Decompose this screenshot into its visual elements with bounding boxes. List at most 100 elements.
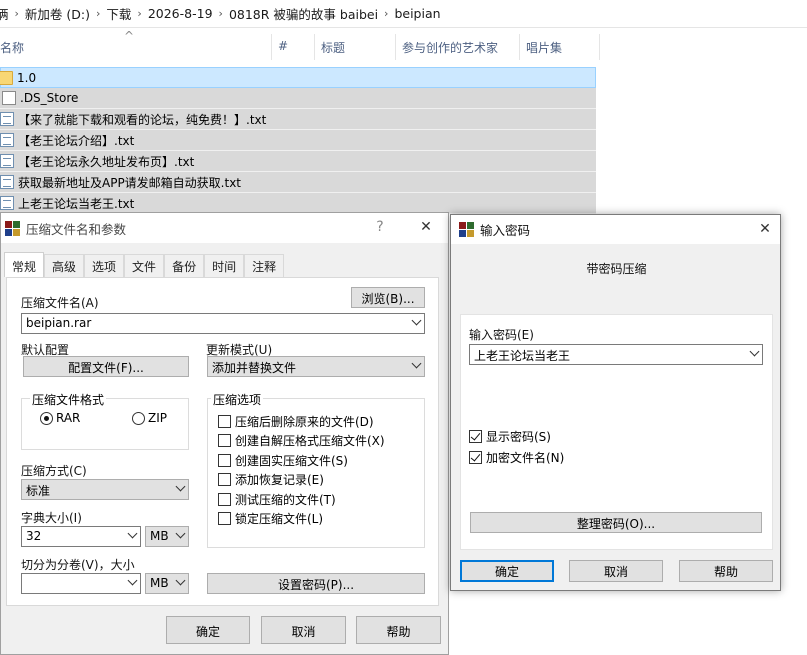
chevron-down-icon[interactable] (175, 575, 186, 586)
set-password-button[interactable]: 设置密码(P)... (207, 573, 425, 594)
tab-files[interactable]: 文件 (124, 254, 165, 277)
chevron-down-icon[interactable] (175, 481, 186, 492)
sfx-checkbox[interactable]: 创建自解压格式压缩文件(X) (218, 432, 385, 449)
chevron-right-icon[interactable]: › (382, 7, 390, 20)
solid-checkbox[interactable]: 创建固实压缩文件(S) (218, 452, 348, 469)
tab-general[interactable]: 常规 (4, 252, 45, 277)
format-zip-radio[interactable]: ZIP (132, 411, 167, 425)
ok-button[interactable]: 确定 (460, 560, 554, 582)
checkbox-icon (218, 473, 231, 486)
breadcrumb-item[interactable]: 俩 (0, 4, 13, 23)
help-button[interactable]: 帮助 (679, 560, 773, 582)
close-icon[interactable]: ✕ (416, 219, 436, 235)
tab-comment[interactable]: 注释 (244, 254, 285, 277)
password-panel: 输入密码(E) 上老王论坛当老王 显示密码(S) 加密文件名(N) 整理密码(O… (460, 314, 773, 550)
password-value: 上老王论坛当老王 (474, 349, 571, 363)
chevron-down-icon[interactable] (127, 575, 138, 586)
chevron-down-icon[interactable] (127, 528, 138, 539)
list-item[interactable]: 【来了就能下载和观看的论坛，纯免费！】.txt (0, 109, 596, 130)
update-mode-select[interactable]: 添加并替换文件 (207, 356, 425, 377)
dictionary-unit-select[interactable]: MB (145, 526, 189, 547)
column-header-name[interactable]: 名称 ^ (0, 29, 272, 60)
chevron-down-icon[interactable] (411, 358, 422, 369)
chevron-down-icon[interactable] (749, 346, 760, 357)
ok-button[interactable]: 确定 (166, 616, 250, 644)
general-tab-panel: 压缩文件名(A) 浏览(B)... beipian.rar 默认配置 配置文件(… (6, 277, 439, 606)
test-files-checkbox[interactable]: 测试压缩的文件(T) (218, 491, 336, 508)
file-icon (2, 91, 16, 105)
checkbox-icon (218, 415, 231, 428)
tab-advanced[interactable]: 高级 (44, 254, 85, 277)
column-label: 唱片集 (526, 41, 563, 55)
column-header-title[interactable]: 标题 (315, 34, 396, 60)
dialog-titlebar[interactable]: 压缩文件名和参数 ? ✕ (1, 213, 448, 243)
organize-passwords-button[interactable]: 整理密码(O)... (470, 512, 762, 533)
option-label: 创建固实压缩文件(S) (235, 454, 348, 468)
list-item[interactable]: .DS_Store (0, 88, 596, 109)
breadcrumb-item[interactable]: 下载 (102, 4, 135, 23)
dialog-titlebar[interactable]: 输入密码 ✕ (451, 215, 780, 244)
file-name: 上老王论坛当老王.txt (18, 196, 135, 211)
text-file-icon (0, 133, 14, 147)
breadcrumb-item[interactable]: 新加卷 (D:) (21, 4, 94, 23)
close-icon[interactable]: ✕ (755, 221, 775, 237)
tab-time[interactable]: 时间 (204, 254, 245, 277)
profile-button[interactable]: 配置文件(F)... (23, 356, 189, 377)
column-header-artist[interactable]: 参与创作的艺术家 (396, 34, 520, 60)
breadcrumb-item[interactable]: 2026-8-19 (144, 6, 217, 21)
sort-up-icon: ^ (124, 29, 135, 43)
checkbox-icon (218, 512, 231, 525)
split-volume-input[interactable] (21, 573, 141, 594)
tab-options[interactable]: 选项 (84, 254, 125, 277)
list-item[interactable]: 【老王论坛永久地址发布页】.txt (0, 151, 596, 172)
text-file-icon (0, 196, 14, 210)
method-label: 压缩方式(C) (21, 464, 87, 478)
browse-button[interactable]: 浏览(B)... (351, 287, 425, 308)
help-icon[interactable]: ? (370, 219, 390, 235)
dictionary-size-select[interactable]: 32 (21, 526, 141, 547)
chevron-right-icon[interactable]: › (94, 7, 102, 20)
option-label: 测试压缩的文件(T) (235, 493, 336, 507)
compression-method-select[interactable]: 标准 (21, 479, 189, 500)
tab-backup[interactable]: 备份 (164, 254, 205, 277)
password-input[interactable]: 上老王论坛当老王 (469, 344, 763, 365)
dictionary-size-label: 字典大小(I) (21, 511, 82, 525)
show-password-checkbox[interactable]: 显示密码(S) (469, 428, 551, 445)
format-rar-radio[interactable]: RAR (40, 411, 80, 425)
breadcrumb-item[interactable]: beipian (390, 6, 444, 21)
list-item[interactable]: 获取最新地址及APP请发邮箱自动获取.txt (0, 172, 596, 193)
help-button[interactable]: 帮助 (356, 616, 441, 644)
file-name: 1.0 (17, 70, 37, 85)
recovery-record-checkbox[interactable]: 添加恢复记录(E) (218, 471, 324, 488)
split-unit-select[interactable]: MB (145, 573, 189, 594)
cancel-button[interactable]: 取消 (569, 560, 663, 582)
chevron-right-icon[interactable]: › (13, 7, 21, 20)
text-file-icon (0, 154, 14, 168)
file-list: 1.0 .DS_Store 【来了就能下载和观看的论坛，纯免费！】.txt 【老… (0, 67, 596, 214)
chevron-down-icon[interactable] (411, 315, 422, 326)
option-label: 加密文件名(N) (486, 451, 565, 465)
list-item[interactable]: 【老王论坛介绍】.txt (0, 130, 596, 151)
chevron-right-icon[interactable]: › (135, 7, 143, 20)
archive-options-label: 压缩选项 (211, 391, 264, 408)
archive-name-input[interactable]: beipian.rar (21, 313, 425, 334)
dictionary-unit-value: MB (150, 529, 169, 543)
checkbox-icon (218, 454, 231, 467)
chevron-right-icon[interactable]: › (217, 7, 225, 20)
delete-after-checkbox[interactable]: 压缩后删除原来的文件(D) (218, 413, 374, 430)
password-label: 输入密码(E) (469, 328, 534, 342)
checkbox-icon (218, 493, 231, 506)
encrypt-filenames-checkbox[interactable]: 加密文件名(N) (469, 449, 564, 466)
list-item[interactable]: 上老王论坛当老王.txt (0, 193, 596, 214)
address-breadcrumb[interactable]: 俩 › 新加卷 (D:) › 下载 › 2026-8-19 › 0818R 被骗… (0, 0, 807, 28)
chevron-down-icon[interactable] (175, 528, 186, 539)
format-zip-label: ZIP (148, 411, 167, 425)
list-item[interactable]: 1.0 (0, 67, 596, 88)
column-header-album[interactable]: 唱片集 (520, 34, 600, 60)
column-header-number[interactable]: # (272, 34, 315, 60)
lock-archive-checkbox[interactable]: 锁定压缩文件(L) (218, 510, 323, 527)
cancel-button[interactable]: 取消 (261, 616, 346, 644)
breadcrumb-item[interactable]: 0818R 被骗的故事 baibei (225, 4, 382, 23)
checkbox-checked-icon (469, 430, 482, 443)
format-rar-label: RAR (56, 411, 81, 425)
